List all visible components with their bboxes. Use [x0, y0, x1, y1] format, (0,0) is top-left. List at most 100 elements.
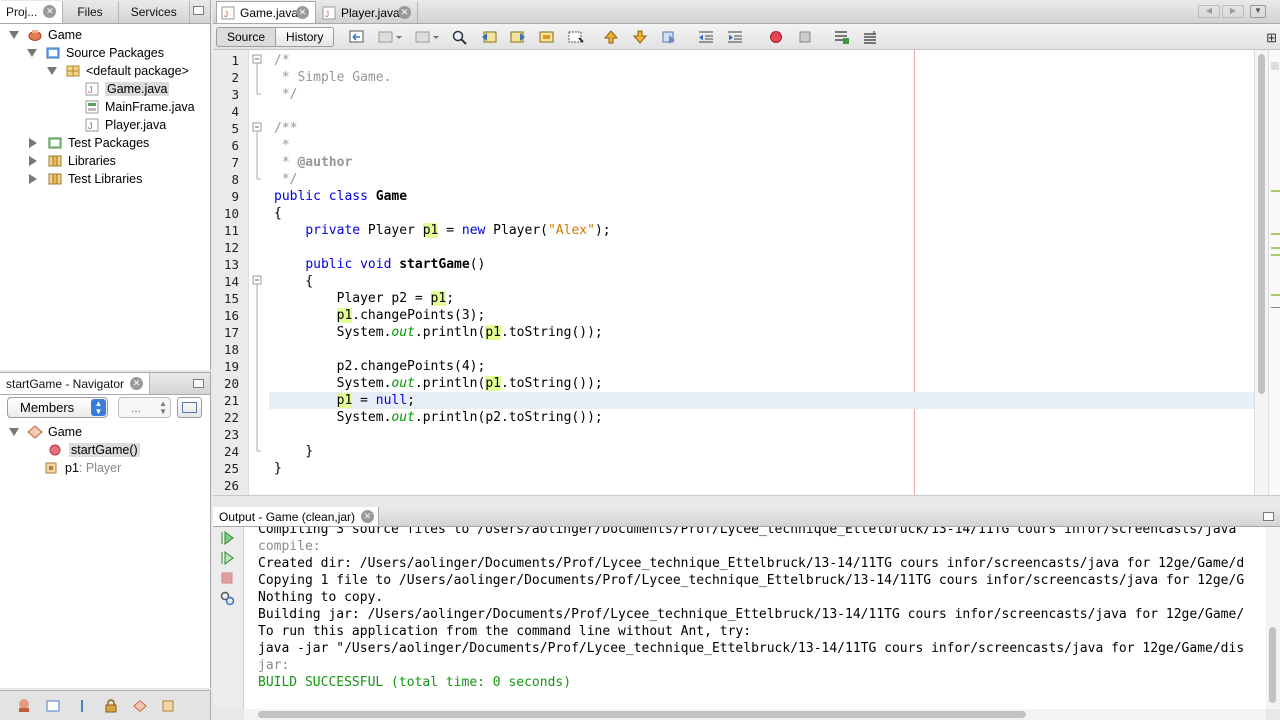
tree-item[interactable]: Test Libraries: [27, 170, 142, 188]
tree-item[interactable]: <default package>: [47, 62, 189, 80]
chevron-down-icon[interactable]: [27, 49, 37, 57]
fields-icon[interactable]: [132, 698, 148, 714]
code-line[interactable]: {: [274, 273, 313, 290]
tab-projects[interactable]: Proj... ✕: [0, 0, 64, 23]
shift-left-icon[interactable]: [695, 27, 717, 47]
code-line[interactable]: * @author: [274, 154, 352, 171]
tab-game-java[interactable]: J Game.java ✕: [216, 1, 316, 23]
minimize-button[interactable]: [193, 379, 204, 388]
chevron-right-icon[interactable]: [29, 138, 37, 148]
code-line[interactable]: System.out.println(p1.toString());: [274, 324, 603, 341]
tab-player-java[interactable]: J Player.java ✕: [318, 2, 418, 23]
stop-macro-icon[interactable]: [794, 27, 816, 47]
scrollbar-thumb[interactable]: [1269, 627, 1276, 703]
code-line[interactable]: System.out.println(p1.toString());: [274, 375, 603, 392]
chevron-down-icon[interactable]: [9, 428, 19, 436]
sort-dropdown[interactable]: ... ▲ ▼: [118, 397, 171, 418]
rerun-with-params-icon[interactable]: [219, 550, 235, 566]
scroll-left-button[interactable]: ◀: [1198, 5, 1220, 18]
close-icon[interactable]: ✕: [43, 5, 57, 18]
close-icon[interactable]: ✕: [361, 510, 374, 523]
forward-icon[interactable]: [412, 27, 442, 47]
code-line[interactable]: p1 = null;: [269, 392, 1254, 409]
code-line[interactable]: /*: [274, 52, 290, 69]
minimize-button[interactable]: [193, 6, 204, 15]
navigator-root[interactable]: Game: [9, 423, 82, 441]
tab-navigator[interactable]: startGame - Navigator ✕: [0, 373, 151, 394]
tree-item[interactable]: Source Packages: [27, 44, 164, 62]
close-icon[interactable]: ✕: [296, 6, 309, 19]
back-icon[interactable]: [375, 27, 405, 47]
next-bookmark-icon[interactable]: [629, 27, 651, 47]
code-line[interactable]: * Simple Game.: [274, 69, 392, 86]
tree-item[interactable]: Test Packages: [27, 134, 149, 152]
output-console[interactable]: Compiling 3 source files to /Users/aolin…: [244, 527, 1266, 709]
navigator-options-button[interactable]: [177, 397, 202, 418]
tree-item[interactable]: Libraries: [27, 152, 116, 170]
toggle-highlight-icon[interactable]: [565, 27, 587, 47]
start-macro-icon[interactable]: [765, 27, 787, 47]
navigator-member-p1[interactable]: p1 : Player: [44, 459, 121, 477]
hierarchy-icon[interactable]: [16, 698, 32, 714]
find-icon[interactable]: [449, 27, 471, 47]
code-line[interactable]: public class Game: [274, 188, 407, 205]
toggle-bookmark-icon[interactable]: [658, 27, 680, 47]
lock-icon[interactable]: [103, 698, 119, 714]
chevron-right-icon[interactable]: [29, 174, 37, 184]
extra-icon[interactable]: [161, 698, 177, 714]
uncomment-icon[interactable]: [860, 27, 882, 47]
source-button[interactable]: Source: [216, 26, 277, 47]
code-line[interactable]: */: [274, 86, 298, 103]
chevron-down-icon[interactable]: [9, 31, 19, 39]
members-dropdown[interactable]: Members ▲ ▼: [7, 397, 108, 418]
tree-item[interactable]: Game: [9, 26, 82, 44]
editor-vertical-scrollbar[interactable]: [1254, 50, 1268, 495]
close-icon[interactable]: ✕: [398, 6, 411, 19]
output-line: java -jar "/Users/aolinger/Documents/Pro…: [258, 641, 1245, 656]
code-line[interactable]: }: [274, 443, 313, 460]
code-line[interactable]: *: [274, 137, 290, 154]
code-line[interactable]: p2.changePoints(4);: [274, 358, 486, 375]
chevron-down-icon[interactable]: [47, 67, 57, 75]
code-line[interactable]: }: [274, 460, 282, 477]
output-horizontal-scrollbar[interactable]: [244, 709, 1266, 720]
class-view-icon[interactable]: [45, 698, 61, 714]
scroll-right-button[interactable]: ▶: [1222, 5, 1244, 18]
history-button[interactable]: History: [276, 26, 335, 47]
code-line[interactable]: public void startGame(): [274, 256, 485, 273]
code-line[interactable]: Player p2 = p1;: [274, 290, 454, 307]
find-selection-icon[interactable]: [536, 27, 558, 47]
code-line[interactable]: /**: [274, 120, 297, 137]
rerun-icon[interactable]: [219, 530, 235, 546]
shift-right-icon[interactable]: [724, 27, 746, 47]
tab-services[interactable]: Services: [119, 0, 190, 23]
tab-output[interactable]: Output - Game (clean,jar) ✕: [213, 507, 379, 526]
output-vertical-scrollbar[interactable]: [1266, 527, 1280, 709]
settings-icon[interactable]: [219, 590, 235, 606]
code-line[interactable]: private Player p1 = new Player("Alex");: [274, 222, 611, 239]
last-edit-icon[interactable]: [346, 27, 368, 47]
code-line[interactable]: System.out.println(p2.toString());: [274, 409, 603, 426]
method-view-icon[interactable]: [74, 698, 90, 714]
maximize-icon[interactable]: ⊞: [1266, 30, 1277, 46]
tab-files[interactable]: Files: [63, 0, 119, 23]
find-previous-icon[interactable]: [478, 27, 500, 47]
chevron-right-icon[interactable]: [29, 156, 37, 166]
tree-item[interactable]: J Player.java: [66, 116, 166, 134]
find-next-icon[interactable]: [507, 27, 529, 47]
show-opened-documents-button[interactable]: ▼: [1250, 5, 1266, 18]
navigator-member-startgame[interactable]: startGame(): [48, 441, 140, 459]
code-line[interactable]: p1.changePoints(3);: [274, 307, 485, 324]
code-line[interactable]: */: [274, 171, 298, 188]
code-line[interactable]: {: [274, 205, 282, 222]
tree-item[interactable]: J Game.java: [66, 80, 170, 98]
code-editor[interactable]: /* * Simple Game. *//** * * @author */pu…: [269, 50, 1254, 495]
previous-bookmark-icon[interactable]: [600, 27, 622, 47]
comment-icon[interactable]: [831, 27, 853, 47]
scrollbar-thumb[interactable]: [1258, 54, 1265, 394]
tree-item[interactable]: MainFrame.java: [66, 98, 195, 116]
close-icon[interactable]: ✕: [130, 377, 144, 390]
minimize-button[interactable]: [1263, 512, 1274, 521]
scrollbar-thumb[interactable]: [258, 711, 1026, 718]
stop-icon[interactable]: [219, 570, 235, 586]
